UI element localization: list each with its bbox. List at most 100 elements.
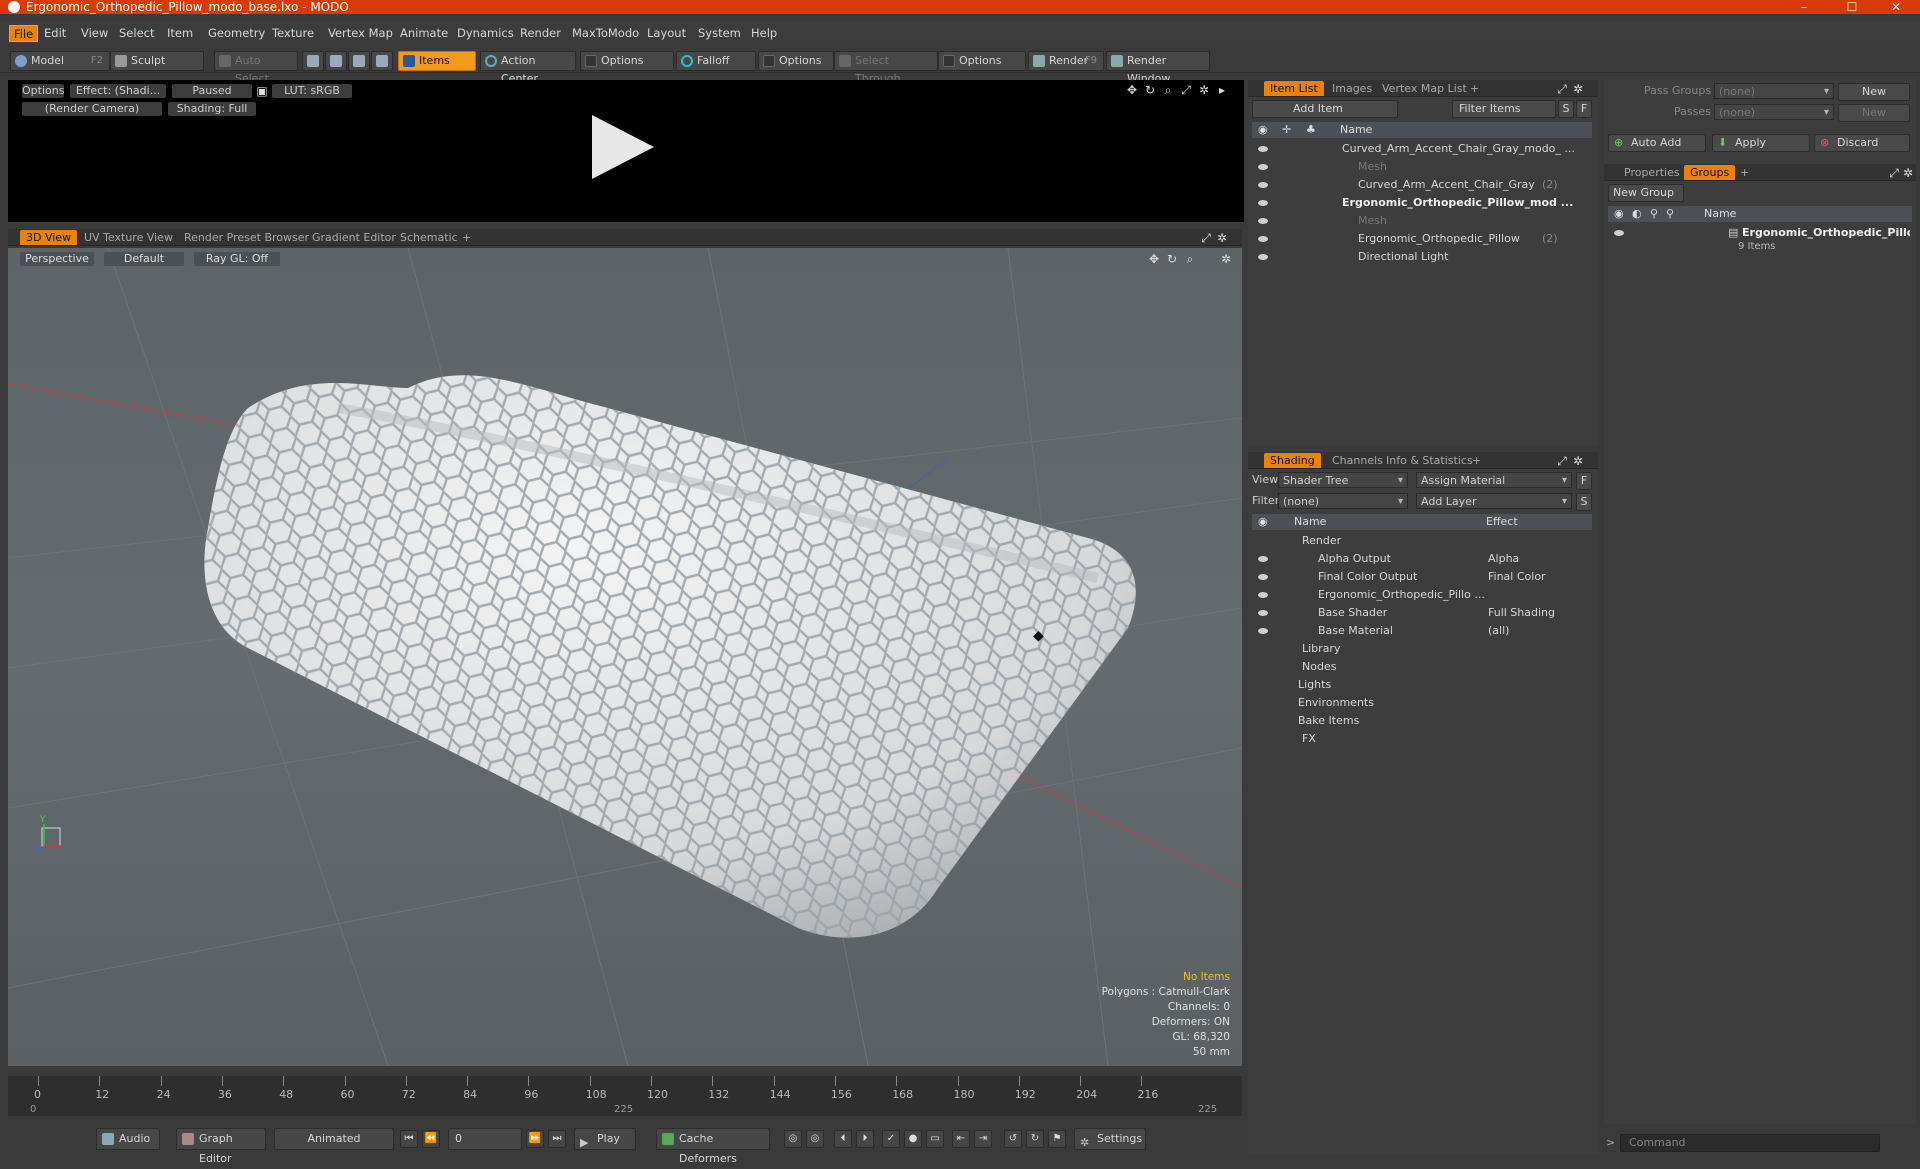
perspective-dropdown[interactable]: Perspective bbox=[20, 252, 94, 266]
filter-items-input[interactable]: Filter Items bbox=[1452, 100, 1556, 118]
eye-icon[interactable] bbox=[1258, 236, 1268, 242]
key-options-icon[interactable]: ▭ bbox=[926, 1130, 944, 1148]
eye-icon[interactable] bbox=[1258, 592, 1268, 598]
menu-render[interactable]: Render bbox=[516, 25, 565, 42]
graph-editor-button[interactable]: Graph Editor bbox=[176, 1128, 266, 1165]
shader-tree-row[interactable]: Final Color Output Final Color bbox=[1252, 568, 1592, 586]
play-button[interactable]: ▶ Play bbox=[574, 1128, 636, 1150]
rotate-view-icon[interactable]: ↻ bbox=[1166, 253, 1178, 265]
eye-icon[interactable] bbox=[1258, 254, 1268, 260]
default-style-dropdown[interactable]: Default bbox=[104, 252, 184, 266]
select-edges-button[interactable] bbox=[325, 51, 347, 71]
light-gizmo-icon[interactable]: ◆ bbox=[1033, 628, 1044, 644]
expand-icon[interactable]: ⤢ bbox=[1556, 83, 1568, 95]
pass-groups-dropdown[interactable]: (none) bbox=[1714, 83, 1834, 99]
shader-tree-row[interactable]: Ergonomic_Orthopedic_Pillo ... bbox=[1252, 586, 1592, 604]
shader-tree-row[interactable]: Library bbox=[1252, 640, 1592, 658]
view-dropdown[interactable]: Shader Tree bbox=[1278, 472, 1408, 488]
item-list-row[interactable]: Directional Light bbox=[1252, 248, 1592, 266]
shading-s-button[interactable]: S bbox=[1576, 493, 1592, 511]
falloff-button[interactable]: Falloff bbox=[676, 51, 756, 71]
discard-button[interactable]: ⊗ Discard bbox=[1814, 134, 1910, 152]
expand-icon[interactable]: ⤢ bbox=[1200, 232, 1212, 244]
gear-icon[interactable]: ✲ bbox=[1902, 167, 1914, 179]
goto-end-icon[interactable]: ⏭ bbox=[548, 1130, 566, 1148]
step-forward-icon[interactable]: ⇥ bbox=[974, 1130, 992, 1148]
loop-icon[interactable]: ↺ bbox=[1004, 1130, 1022, 1148]
menu-texture[interactable]: Texture bbox=[268, 25, 318, 42]
gear-icon[interactable]: ✲ bbox=[1572, 83, 1584, 95]
menu-view[interactable]: View bbox=[77, 25, 112, 42]
passes-dropdown[interactable]: (none) bbox=[1714, 104, 1834, 120]
move-icon[interactable]: ✥ bbox=[1126, 84, 1138, 96]
tab-item-list[interactable]: Item List bbox=[1264, 81, 1324, 96]
prev-keyframe-icon[interactable]: ⏴ bbox=[834, 1130, 852, 1148]
select-through-options-button[interactable]: Options bbox=[938, 51, 1026, 71]
preview-paused-button[interactable]: Paused bbox=[172, 84, 252, 98]
auto-select-button[interactable]: Auto Select bbox=[214, 51, 298, 85]
maximize-icon[interactable]: ⤢ bbox=[1180, 84, 1192, 96]
action-center-options-button[interactable]: Options bbox=[580, 51, 674, 71]
filter-icon[interactable]: ⚑ bbox=[1048, 1130, 1066, 1148]
tab-add[interactable]: + bbox=[1466, 453, 1487, 468]
sculpt-mode-button[interactable]: Sculpt bbox=[110, 51, 204, 71]
add-layer-dropdown[interactable]: Add Layer bbox=[1416, 493, 1572, 509]
menu-help[interactable]: Help bbox=[747, 25, 781, 42]
filter-f-button[interactable]: F bbox=[1576, 100, 1592, 118]
select-polygons-button[interactable] bbox=[348, 51, 370, 71]
effect-dropdown[interactable]: Final Color bbox=[1488, 568, 1588, 586]
assign-material-dropdown[interactable]: Assign Material bbox=[1416, 472, 1572, 488]
menu-layout[interactable]: Layout bbox=[643, 25, 690, 42]
record-icon[interactable]: ● bbox=[904, 1130, 922, 1148]
item-list-row[interactable]: Curved_Arm_Accent_Chair_Gray_modo_ ... bbox=[1252, 140, 1592, 158]
tab-3d-view[interactable]: 3D View bbox=[20, 230, 78, 245]
eye-icon[interactable] bbox=[1614, 230, 1624, 236]
model-mode-button[interactable]: Model F2 bbox=[10, 51, 110, 71]
filter-dropdown[interactable]: (none) bbox=[1278, 493, 1408, 509]
action-center-button[interactable]: Action Center bbox=[480, 51, 576, 85]
item-list-row[interactable]: Mesh bbox=[1252, 212, 1592, 230]
eye-icon[interactable] bbox=[1258, 574, 1268, 580]
auto-add-button[interactable]: ⊕ Auto Add bbox=[1608, 134, 1706, 152]
tab-add[interactable]: + bbox=[1464, 81, 1485, 96]
eye-icon[interactable] bbox=[1258, 164, 1268, 170]
next-keyframe-icon[interactable]: ⏵ bbox=[856, 1130, 874, 1148]
select-materials-button[interactable] bbox=[371, 51, 393, 71]
audio-button[interactable]: Audio bbox=[96, 1128, 160, 1150]
shading-dropdown[interactable]: Shading: Full bbox=[168, 102, 256, 116]
tab-schematic[interactable]: Schematic bbox=[394, 230, 464, 245]
animated-dropdown[interactable]: Animated bbox=[274, 1128, 394, 1150]
eye-icon[interactable] bbox=[1258, 200, 1268, 206]
menu-select[interactable]: Select bbox=[115, 25, 158, 42]
auto-key-icon[interactable]: ✓ bbox=[882, 1130, 900, 1148]
tab-images[interactable]: Images bbox=[1326, 81, 1378, 96]
gear-icon[interactable]: ✲ bbox=[1198, 84, 1210, 96]
effect-dropdown[interactable]: Full Shading bbox=[1488, 604, 1588, 622]
raygl-toggle[interactable]: Ray GL: Off bbox=[194, 252, 280, 266]
new-group-button[interactable]: New Group bbox=[1608, 184, 1684, 202]
tab-info-statistics[interactable]: Info & Statistics bbox=[1380, 453, 1479, 468]
minimize-button[interactable]: – bbox=[1782, 0, 1826, 14]
expand-icon[interactable]: ⤢ bbox=[1888, 167, 1900, 179]
shader-tree-row[interactable]: Base Material (all) bbox=[1252, 622, 1592, 640]
key-icon[interactable]: ◎ bbox=[784, 1130, 802, 1148]
menu-item[interactable]: Item bbox=[163, 25, 197, 42]
move-view-icon[interactable]: ✥ bbox=[1148, 253, 1160, 265]
tab-uv-texture-view[interactable]: UV Texture View bbox=[78, 230, 179, 245]
new-pass-group-button[interactable]: New bbox=[1838, 83, 1910, 101]
menu-geometry[interactable]: Geometry bbox=[204, 25, 269, 42]
menu-maxtomodo[interactable]: MaxToModo bbox=[568, 25, 643, 42]
menu-vertex-map[interactable]: Vertex Map bbox=[324, 25, 397, 42]
tab-render-preset-browser[interactable]: Render Preset Browser bbox=[178, 230, 315, 245]
shader-tree-row[interactable]: Base Shader Full Shading bbox=[1252, 604, 1592, 622]
eye-icon[interactable] bbox=[1258, 610, 1268, 616]
rotate-icon[interactable]: ↻ bbox=[1144, 84, 1156, 96]
close-button[interactable]: ✕ bbox=[1874, 0, 1918, 14]
eye-icon[interactable] bbox=[1258, 628, 1268, 634]
pillow-mesh[interactable] bbox=[204, 375, 1136, 938]
menu-dynamics[interactable]: Dynamics bbox=[453, 25, 518, 42]
tab-groups[interactable]: Groups bbox=[1684, 165, 1736, 180]
gear-icon[interactable]: ✲ bbox=[1572, 455, 1584, 467]
render-button[interactable]: Render F9 bbox=[1028, 51, 1104, 71]
maximize-button[interactable]: ☐ bbox=[1830, 0, 1874, 14]
